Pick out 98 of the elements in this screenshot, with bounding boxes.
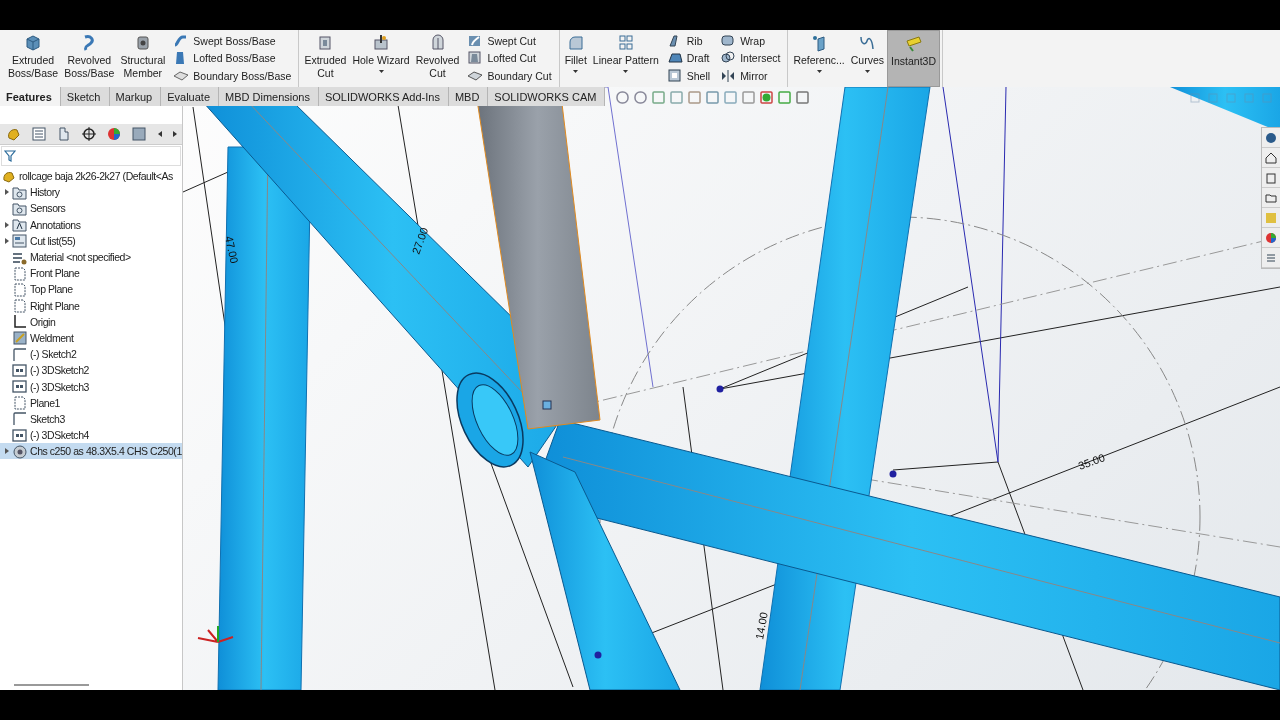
- feature-manager-icon: [5, 126, 22, 142]
- tree-item[interactable]: Sketch3: [29, 411, 66, 427]
- plane-icon: [12, 265, 27, 281]
- plane-icon: [12, 281, 27, 297]
- tree-item[interactable]: Plane1: [29, 395, 61, 411]
- folder-icon: [12, 217, 27, 233]
- tree-item[interactable]: Sensors: [29, 200, 67, 216]
- caret-icon: [572, 69, 580, 75]
- toolbar-button[interactable]: Lofted Cut: [465, 50, 554, 67]
- ruler-icon: [904, 35, 923, 53]
- cursor-handle-icon: [542, 400, 552, 410]
- caret-icon: [622, 69, 630, 75]
- property-list-icon: [30, 126, 47, 142]
- toolbar-button[interactable]: Rib: [664, 32, 713, 49]
- toolbar-button[interactable]: Instant3D: [887, 30, 940, 87]
- scrollbar-thumb[interactable]: [14, 684, 89, 686]
- sketch-point[interactable]: [716, 385, 724, 393]
- toolbar-button[interactable]: Hole Wizard: [349, 30, 413, 87]
- expand-arrow-icon: [3, 188, 10, 197]
- folder-icon: [1265, 191, 1277, 204]
- ribbon-tab[interactable]: Features: [0, 87, 61, 106]
- fillet-icon: [566, 34, 585, 52]
- toolbar-button[interactable]: Lofted Boss/Base: [171, 50, 294, 67]
- tree-item[interactable]: Weldment: [29, 330, 75, 346]
- cam-icon: [131, 126, 148, 142]
- tree-item[interactable]: (-) 3DSketch2: [29, 362, 90, 378]
- toolbar-button[interactable]: Intersect: [718, 50, 783, 67]
- toolbar-button[interactable]: Referenc...: [790, 30, 848, 87]
- tree-item[interactable]: Right Plane: [29, 298, 81, 314]
- toolbar-button[interactable]: Revolved Boss/Base: [61, 30, 118, 87]
- dimension-label[interactable]: 47.00: [223, 234, 241, 265]
- toolbar-button[interactable]: Linear Pattern: [589, 30, 662, 87]
- plane-icon: [12, 395, 27, 411]
- wrap-icon: [720, 32, 737, 49]
- plane-icon: [12, 298, 27, 314]
- home-icon: [1265, 151, 1277, 164]
- sketch-3d-icon: [12, 427, 27, 443]
- pattern-icon: [616, 34, 635, 52]
- caret-icon: [815, 69, 823, 75]
- toolbar-button[interactable]: Swept Cut: [465, 32, 554, 49]
- axis-triad-icon: [197, 625, 234, 643]
- cut-list-icon: [12, 233, 27, 249]
- toolbar-button[interactable]: Curves: [847, 30, 888, 87]
- toolbar-button[interactable]: Extruded Boss/Base: [5, 30, 62, 87]
- tree-item[interactable]: Material <not specified>: [29, 249, 132, 265]
- expand-arrow-icon: [3, 447, 10, 456]
- dimension-label[interactable]: 27.00: [409, 225, 431, 256]
- tree-item[interactable]: Origin: [29, 314, 57, 330]
- toolbar-button[interactable]: Structural Member: [117, 30, 169, 87]
- tree-item[interactable]: History: [29, 184, 61, 200]
- part-icon: [2, 169, 16, 184]
- mirror-icon: [720, 68, 737, 85]
- library-icon: [1265, 171, 1277, 184]
- toolbar-button[interactable]: Draft: [664, 50, 713, 67]
- curve-icon: [858, 34, 877, 52]
- toolbar-button[interactable]: Wrap: [718, 32, 783, 49]
- crosshair-icon: [81, 126, 98, 142]
- tree-item[interactable]: Front Plane: [29, 265, 81, 281]
- toolbar-button[interactable]: Boundary Cut: [465, 68, 554, 85]
- toolbar-button[interactable]: Shell: [664, 68, 713, 85]
- filter-field[interactable]: [1, 146, 181, 166]
- scroll-left-icon: [156, 130, 163, 138]
- tree-item[interactable]: Annotations: [29, 217, 82, 233]
- tree-item[interactable]: rollcage baja 2k26-2k27 (Default<As: [18, 168, 174, 184]
- toolbar-button[interactable]: Mirror: [718, 68, 783, 85]
- caret-icon: [863, 69, 871, 75]
- tree-item[interactable]: (-) Sketch2: [29, 346, 78, 362]
- tree-item[interactable]: Top Plane: [29, 281, 74, 297]
- sketch-3d-icon: [12, 362, 27, 378]
- sketch-point[interactable]: [594, 651, 602, 659]
- toolbar-button[interactable]: Revolved Cut: [412, 30, 463, 87]
- drill-icon: [372, 34, 391, 52]
- dimension-label[interactable]: 14.00: [753, 611, 770, 641]
- body-icon: [12, 443, 27, 459]
- origin-icon: [12, 314, 27, 330]
- tree-item[interactable]: (-) 3DSketch4: [29, 427, 90, 443]
- tree-item[interactable]: Cut list(55): [29, 233, 77, 249]
- toolbar-button[interactable]: Extruded Cut: [301, 30, 350, 87]
- scroll-right-icon: [172, 130, 179, 138]
- toolbar-button[interactable]: Fillet: [561, 30, 590, 87]
- tree-item[interactable]: (-) 3DSketch3: [29, 379, 90, 395]
- caret-icon: [377, 69, 385, 75]
- cube-icon: [24, 34, 43, 52]
- toolbar-button[interactable]: Swept Boss/Base: [171, 32, 294, 49]
- sketch-3d-icon: [12, 379, 27, 395]
- loft-cut-icon: [467, 50, 484, 67]
- folder-icon: [12, 184, 27, 200]
- globe-icon: [1265, 131, 1277, 144]
- filter-icon: [4, 150, 16, 162]
- dimension-label[interactable]: 35.00: [1076, 451, 1107, 472]
- sketch-icon: [12, 411, 27, 427]
- list-icon: [1265, 251, 1277, 264]
- sketch-point[interactable]: [889, 470, 897, 478]
- weldment-icon: [12, 330, 27, 346]
- folder-icon: [12, 200, 27, 216]
- toolbar-button[interactable]: Boundary Boss/Base: [171, 68, 294, 85]
- palette-icon: [1265, 211, 1277, 224]
- sketch-icon: [12, 346, 27, 362]
